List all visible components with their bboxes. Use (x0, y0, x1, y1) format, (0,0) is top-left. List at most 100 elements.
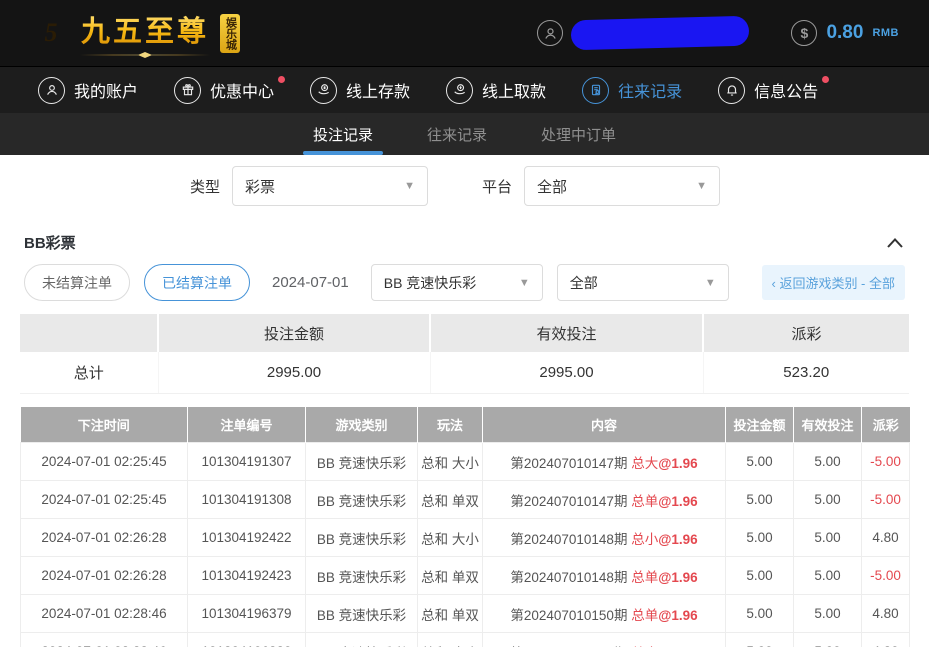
summary-header-bet-amount: 投注金额 (158, 314, 430, 352)
summary-payout-total: 523.20 (703, 352, 909, 393)
summary-valid-total: 2995.00 (430, 352, 703, 393)
column-header: 内容 (483, 407, 726, 443)
nav-item-transaction-records[interactable]: 往来记录 (582, 77, 682, 104)
unsettled-bets-button[interactable]: 未结算注单 (24, 264, 130, 301)
chevron-down-icon: ▼ (519, 277, 530, 289)
cell-valid-bet: 5.00 (794, 557, 862, 595)
cell-bet-time: 2024-07-01 02:28:46 (21, 595, 188, 633)
balance[interactable]: $ 0.80 RMB (791, 20, 899, 46)
table-row: 2024-07-01 02:26:28101304192422BB 竞速快乐彩总… (21, 519, 910, 557)
cell-play-type: 总和 单双 (418, 595, 483, 633)
back-to-game-category-button[interactable]: ‹ 返回游戏类别 - 全部 (762, 265, 906, 300)
cell-order-id: 101304192423 (188, 557, 306, 595)
cell-game-category: BB 竞速快乐彩 (306, 481, 418, 519)
nav-label: 线上存款 (346, 78, 410, 102)
cell-bet-time: 2024-07-01 02:28:46 (21, 633, 188, 647)
column-header: 有效投注 (794, 407, 862, 443)
nav-item-my-account[interactable]: 我的账户 (38, 77, 138, 104)
table-row: 2024-07-01 02:28:46101304196379BB 竞速快乐彩总… (21, 595, 910, 633)
tab-processing-orders[interactable]: 处理中订单 (537, 113, 620, 155)
content-pick: 总单 (631, 570, 658, 585)
logo-badge-label: 娱乐城 (224, 17, 237, 50)
section-header: BB彩票 (0, 217, 929, 262)
cell-content: 第202407010148期 总单@1.96 (483, 557, 726, 595)
cell-content: 第202407010147期 总大@1.96 (483, 443, 726, 481)
withdraw-icon (446, 77, 473, 104)
logo-badge: 娱乐城 (220, 14, 240, 53)
nav-item-deposit[interactable]: 线上存款 (310, 77, 410, 104)
user-icon (38, 77, 65, 104)
content-odds: @1.96 (658, 608, 697, 623)
content-period: 第202407010148期 (510, 532, 631, 547)
table-header-row: 下注时间注单编号游戏类别玩法内容投注金额有效投注派彩 (21, 407, 910, 443)
column-header: 注单编号 (188, 407, 306, 443)
settled-bets-button[interactable]: 已结算注单 (144, 264, 250, 301)
platform-select[interactable]: 全部 ▼ (524, 166, 720, 206)
notification-dot (278, 76, 285, 83)
cell-payout: 4.80 (862, 595, 910, 633)
cell-play-type: 总和 单双 (418, 481, 483, 519)
cell-bet-time: 2024-07-01 02:26:28 (21, 519, 188, 557)
balance-currency: RMB (872, 27, 899, 39)
type-select[interactable]: 彩票 ▼ (232, 166, 428, 206)
column-header: 玩法 (418, 407, 483, 443)
date-value[interactable]: 2024-07-01 (272, 274, 349, 291)
nav-label: 线上取款 (482, 78, 546, 102)
username-redaction (571, 16, 750, 51)
cell-bet-amount: 5.00 (726, 557, 794, 595)
nav-item-withdraw[interactable]: 线上取款 (446, 77, 546, 104)
tab-transaction-records[interactable]: 往来记录 (423, 113, 491, 155)
cell-order-id: 101304191307 (188, 443, 306, 481)
cell-order-id: 101304192422 (188, 519, 306, 557)
content-odds: @1.96 (658, 570, 697, 585)
cell-payout: -5.00 (862, 481, 910, 519)
content-odds: @1.96 (658, 532, 697, 547)
platform-select-value: 全部 (537, 176, 567, 197)
content-odds: @1.96 (658, 456, 697, 471)
column-header: 派彩 (862, 407, 910, 443)
summary-header-empty (20, 314, 158, 352)
summary-header-valid-bet: 有效投注 (430, 314, 703, 352)
gift-icon (174, 77, 201, 104)
cell-game-category: BB 竞速快乐彩 (306, 443, 418, 481)
content-period: 第202407010147期 (510, 494, 631, 509)
content-period: 第202407010148期 (510, 570, 631, 585)
cell-content: 第202407010150期 总大@1.96 (483, 633, 726, 647)
cell-bet-amount: 5.00 (726, 443, 794, 481)
table-row: 2024-07-01 02:25:45101304191308BB 竞速快乐彩总… (21, 481, 910, 519)
main-nav: 我的账户 优惠中心 线上存款 (0, 66, 929, 113)
game-sub-select[interactable]: 全部 ▼ (557, 264, 729, 301)
nav-item-announcements[interactable]: 信息公告 (718, 77, 818, 104)
platform-filter-label: 平台 (482, 176, 512, 197)
summary-total-row: 总计 2995.00 2995.00 523.20 (20, 352, 909, 393)
cell-payout: -5.00 (862, 443, 910, 481)
game-select[interactable]: BB 竞速快乐彩 ▼ (371, 264, 543, 301)
page: 5 九五至尊 娱乐城 $ 0.80 RMB (0, 0, 929, 647)
avatar-icon[interactable] (537, 20, 563, 46)
nav-label: 优惠中心 (210, 78, 274, 102)
summary-header-row: 投注金额 有效投注 派彩 (20, 314, 909, 352)
cell-valid-bet: 5.00 (794, 519, 862, 557)
nav-item-promotions[interactable]: 优惠中心 (174, 77, 274, 104)
content-pick: 总小 (631, 532, 658, 547)
cell-order-id: 101304196379 (188, 595, 306, 633)
tab-betting-records[interactable]: 投注记录 (309, 113, 377, 155)
site-logo[interactable]: 5 九五至尊 娱乐城 (30, 8, 240, 58)
chevron-down-icon: ▼ (404, 180, 415, 192)
logo-coin-icon: 5 (30, 12, 72, 54)
cell-content: 第202407010150期 总单@1.96 (483, 595, 726, 633)
cell-play-type: 总和 大小 (418, 633, 483, 647)
content-odds: @1.96 (658, 494, 697, 509)
nav-label: 往来记录 (618, 78, 682, 102)
cell-bet-amount: 5.00 (726, 595, 794, 633)
deposit-icon (310, 77, 337, 104)
collapse-chevron-up-icon[interactable] (887, 238, 903, 248)
bell-icon (718, 77, 745, 104)
cell-content: 第202407010147期 总单@1.96 (483, 481, 726, 519)
table-body: 2024-07-01 02:25:45101304191307BB 竞速快乐彩总… (21, 443, 910, 647)
cell-valid-bet: 5.00 (794, 595, 862, 633)
table-row: 2024-07-01 02:25:45101304191307BB 竞速快乐彩总… (21, 443, 910, 481)
filter-row: 类型 彩票 ▼ 平台 全部 ▼ (0, 155, 929, 217)
content-pick: 总单 (631, 608, 658, 623)
account-area: $ 0.80 RMB (537, 18, 899, 48)
